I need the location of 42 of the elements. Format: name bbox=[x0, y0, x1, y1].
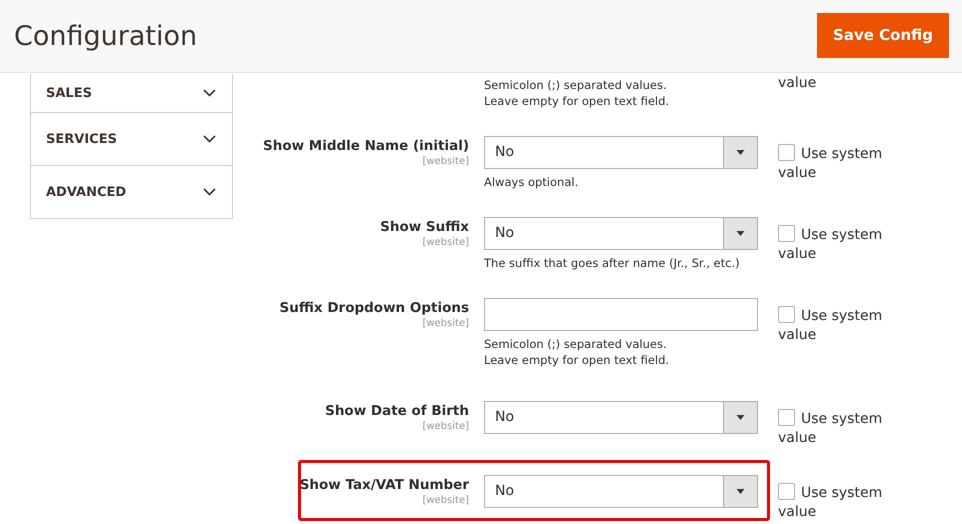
field-label: Suffix Dropdown Options bbox=[280, 299, 469, 317]
field-label: Show Middle Name (initial) bbox=[262, 137, 469, 155]
select-field[interactable]: No bbox=[484, 136, 758, 169]
use-system-value-checkbox[interactable]: Use system value bbox=[778, 475, 883, 522]
page-title: Configuration bbox=[14, 20, 198, 52]
caret-icon bbox=[723, 137, 757, 168]
chevron-icon bbox=[203, 188, 216, 196]
use-system-value-checkbox[interactable]: Use system value bbox=[778, 298, 883, 368]
scope-label: [website] bbox=[422, 420, 469, 434]
scope-label: [website] bbox=[422, 236, 469, 250]
chevron-icon bbox=[203, 89, 216, 97]
sidebar-item-label: SALES bbox=[46, 86, 92, 100]
field-label: Show Suffix bbox=[380, 218, 469, 236]
sidebar-item-label: ADVANCED bbox=[46, 184, 126, 200]
sidebar-item[interactable]: SALES bbox=[30, 74, 233, 113]
input-field[interactable] bbox=[484, 298, 758, 331]
caret-icon bbox=[723, 218, 757, 249]
sidebar-item[interactable]: ADVANCED bbox=[30, 166, 233, 219]
use-system-label: value bbox=[778, 75, 816, 91]
use-system-value-checkbox[interactable]: Use system value bbox=[778, 136, 883, 190]
select-field[interactable]: No bbox=[484, 475, 758, 508]
use-system-value-checkbox[interactable]: Use system value bbox=[778, 217, 883, 271]
field-note: The suffix that goes after name (Jr., Sr., etc.) bbox=[484, 255, 741, 271]
select-field[interactable]: No bbox=[484, 217, 758, 250]
scope-label: [website] bbox=[422, 317, 469, 331]
field-note: Leave empty for open text field. bbox=[484, 93, 670, 109]
save-config-button[interactable]: Save Config bbox=[817, 12, 949, 58]
chevron-icon bbox=[203, 135, 216, 143]
field-label: Show Tax/VAT Number bbox=[300, 476, 469, 494]
caret-icon bbox=[723, 402, 757, 433]
use-system-value-checkbox[interactable]: Use system value bbox=[778, 401, 883, 448]
sidebar-item-label: SERVICES bbox=[46, 132, 117, 146]
field-note: Semicolon (;) separated values. bbox=[484, 336, 668, 352]
field-label: Show Date of Birth bbox=[325, 402, 469, 420]
caret-icon bbox=[723, 476, 757, 507]
field-note: Always optional. bbox=[484, 174, 580, 190]
scope-label: [website] bbox=[422, 155, 469, 169]
select-field[interactable]: No bbox=[484, 401, 758, 434]
scope-label: [website] bbox=[422, 494, 469, 508]
field-note: Leave empty for open text field. bbox=[484, 352, 670, 368]
sidebar-item[interactable]: SERVICES bbox=[30, 113, 233, 166]
field-note: Semicolon (;) separated values. bbox=[484, 77, 668, 93]
